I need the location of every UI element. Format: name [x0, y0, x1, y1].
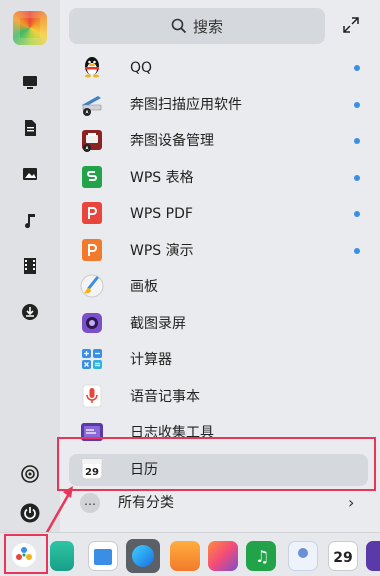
- calculator-icon: [82, 349, 102, 369]
- new-app-badge: [354, 211, 360, 217]
- paint-brush-icon: [80, 274, 104, 298]
- calendar-day-text: 29: [85, 467, 99, 478]
- app-list: QQ 奔图扫描应用软件 奔图设备管理 WPS 表格 WPS PDF WPS 演示…: [60, 50, 380, 488]
- app-label: 画板: [130, 279, 158, 295]
- picture-icon[interactable]: [21, 165, 39, 183]
- app-item-wps-pdf[interactable]: WPS PDF: [60, 196, 380, 233]
- app-item-wps-sheets[interactable]: WPS 表格: [60, 160, 380, 197]
- app-label: 奔图扫描应用软件: [130, 96, 242, 113]
- taskbar-partial-icon[interactable]: [366, 541, 380, 571]
- app-item-pantum-scan[interactable]: 奔图扫描应用软件: [60, 87, 380, 124]
- annotation-arrow: [44, 486, 73, 535]
- app-label: 奔图设备管理: [130, 133, 214, 149]
- wps-spreadsheet-icon: [82, 165, 102, 188]
- taskbar-store-icon[interactable]: [170, 541, 200, 571]
- selection-background: [69, 453, 368, 486]
- log-collector-icon: [81, 423, 103, 441]
- app-label: WPS PDF: [130, 206, 193, 222]
- video-icon[interactable]: [21, 257, 39, 275]
- new-app-badge: [354, 138, 360, 144]
- taskbar-app-icon[interactable]: [50, 541, 74, 571]
- power-icon[interactable]: [20, 503, 40, 523]
- app-label: 计算器: [130, 352, 172, 368]
- all-categories-button[interactable]: … 所有分类 ›: [60, 487, 380, 519]
- chevron-right-icon: ›: [348, 493, 355, 512]
- settings-icon[interactable]: [21, 465, 39, 483]
- expand-fullscreen-icon[interactable]: [342, 16, 360, 34]
- app-label: 语音记事本: [130, 388, 200, 405]
- taskbar-file-manager-icon[interactable]: [88, 541, 118, 571]
- new-app-badge: [354, 174, 360, 181]
- microphone-icon: [82, 384, 102, 407]
- start-menu-icon[interactable]: [11, 542, 37, 568]
- printer-manager-icon: [82, 130, 102, 152]
- app-item-calculator[interactable]: 计算器: [60, 342, 380, 379]
- search-box[interactable]: 搜索: [69, 8, 325, 44]
- new-app-badge: [354, 65, 360, 71]
- app-label: 日志收集工具: [130, 425, 214, 441]
- calendar-icon: 29: [81, 458, 103, 479]
- taskbar-calendar-icon[interactable]: 29: [328, 541, 358, 571]
- taskbar-contacts-icon[interactable]: [288, 541, 318, 571]
- scanner-icon: [82, 95, 102, 116]
- wps-pdf-icon: [82, 202, 102, 224]
- app-item-screenshot-recorder[interactable]: 截图录屏: [60, 306, 380, 343]
- new-app-badge: [354, 247, 360, 254]
- all-categories-label: 所有分类: [118, 495, 174, 511]
- taskbar-music-icon[interactable]: ♫: [246, 541, 276, 571]
- launcher-sidebar: [0, 0, 60, 532]
- download-icon[interactable]: [21, 303, 39, 321]
- app-item-voice-notes[interactable]: 语音记事本: [60, 379, 380, 416]
- app-label: QQ: [130, 60, 153, 76]
- search-icon: [171, 18, 187, 34]
- taskbar-browser-icon[interactable]: [126, 539, 160, 573]
- app-item-pantum-device-manager[interactable]: 奔图设备管理: [60, 123, 380, 160]
- app-item-calendar[interactable]: 29 日历: [60, 452, 380, 489]
- document-icon[interactable]: [21, 119, 39, 137]
- new-app-badge: [354, 101, 360, 108]
- app-item-log-collector[interactable]: 日志收集工具: [60, 415, 380, 452]
- taskbar-image-viewer-icon[interactable]: [208, 541, 238, 571]
- app-item-qq[interactable]: QQ: [60, 50, 380, 87]
- app-item-wps-presentation[interactable]: WPS 演示: [60, 233, 380, 270]
- screenshot-camera-icon: [82, 312, 102, 333]
- computer-icon[interactable]: [21, 73, 39, 91]
- launcher-main: 搜索 QQ 奔图扫描应用软件 奔图设备管理 WPS 表格 WPS PDF WPS…: [60, 0, 380, 532]
- search-placeholder: 搜索: [192, 17, 223, 36]
- user-avatar[interactable]: [13, 11, 47, 45]
- music-icon[interactable]: [21, 211, 39, 229]
- app-label: WPS 表格: [130, 169, 194, 186]
- app-label: WPS 演示: [130, 242, 194, 259]
- wps-presentation-icon: [82, 238, 102, 261]
- more-icon: …: [80, 493, 100, 513]
- app-item-drawing-board[interactable]: 画板: [60, 269, 380, 306]
- qq-penguin-icon: [85, 57, 99, 78]
- app-label: 日历: [130, 461, 158, 478]
- app-label: 截图录屏: [130, 315, 186, 332]
